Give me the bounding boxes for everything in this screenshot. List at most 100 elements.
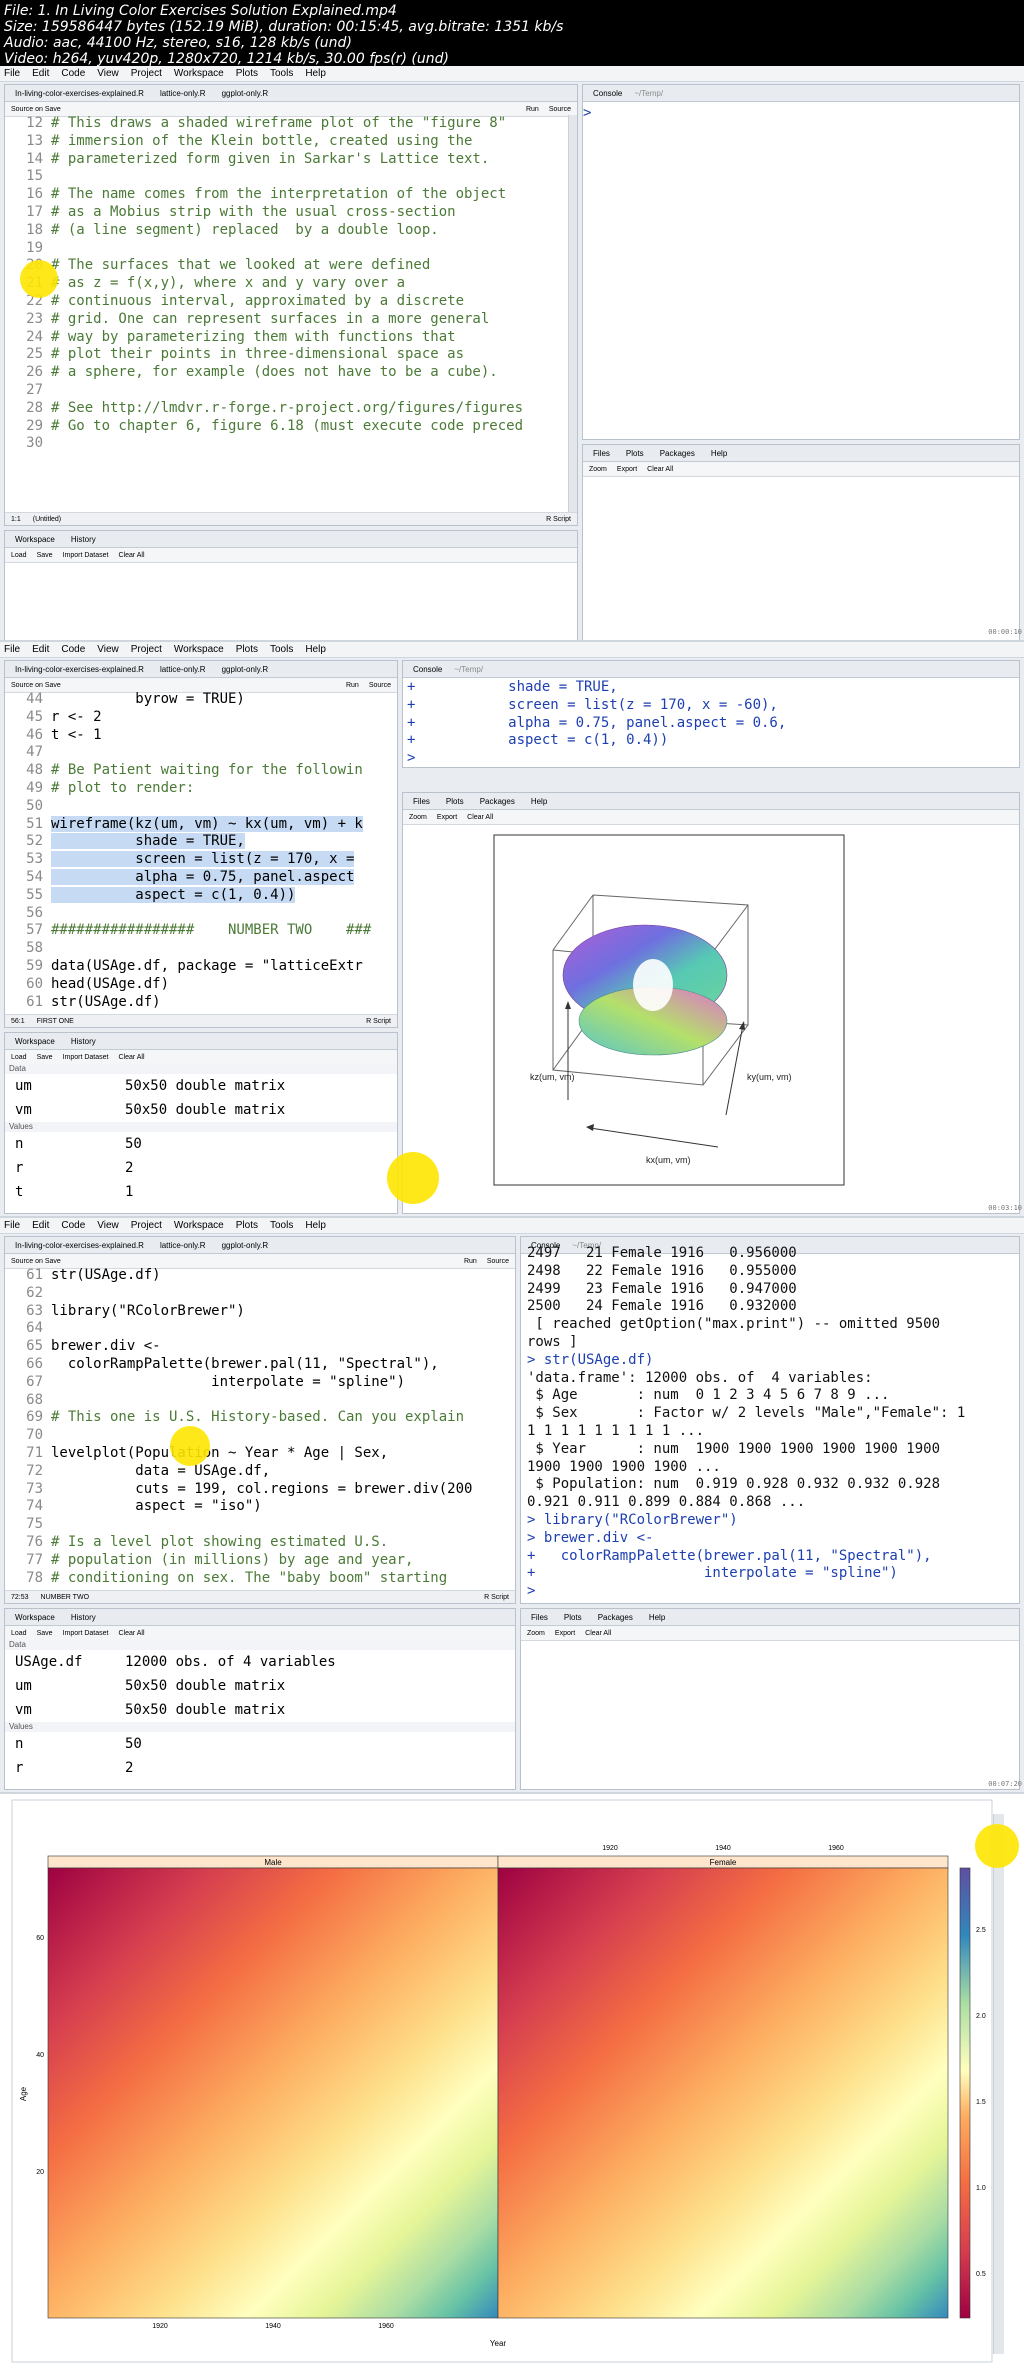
console-output[interactable]: 2497 21 Female 1916 0.956000 2498 22 Fema… [521,1245,1019,1601]
source-button[interactable]: Source [369,682,391,689]
button-load[interactable]: Load [11,1054,27,1061]
button-save[interactable]: Save [37,552,53,559]
tab-files[interactable]: Files [409,797,434,806]
button-save[interactable]: Save [37,1630,53,1637]
menu-project[interactable]: Project [131,1220,162,1231]
editor-scrollbar[interactable] [568,115,577,513]
source-on-save-checkbox[interactable]: Source on Save [11,1258,61,1265]
menu-help[interactable]: Help [305,68,326,79]
window-scrollbar[interactable] [993,1814,1004,2354]
button-zoom[interactable]: Zoom [409,814,427,821]
tab-packages[interactable]: Packages [594,1613,637,1622]
menu-workspace[interactable]: Workspace [174,1220,224,1231]
menu-file[interactable]: File [4,644,20,655]
source-button[interactable]: Source [549,106,571,113]
console-output[interactable]: + shade = TRUE, + screen = list(z = 170, … [403,679,1019,767]
code-area[interactable]: 44 byrow = TRUE) 45 r <- 2 46 t <- 1 47 48 # Be… [5,691,397,1011]
tab-help[interactable]: Help [645,1613,669,1622]
console-output[interactable]: > [583,105,1019,123]
button-clear-all[interactable]: Clear All [647,466,673,473]
scope-indicator[interactable]: NUMBER TWO [41,1594,89,1601]
tab-workspace[interactable]: Workspace [11,535,59,544]
tab-help[interactable]: Help [707,449,731,458]
tab-plots[interactable]: Plots [442,797,468,806]
run-button[interactable]: Run [464,1258,477,1265]
tab-workspace[interactable]: Workspace [11,1613,59,1622]
menu-view[interactable]: View [97,1220,119,1231]
menu-code[interactable]: Code [61,644,85,655]
editor-tab-lattice-only-r[interactable]: lattice-only.R [156,89,210,98]
code-area[interactable]: 12 # This draws a shaded wireframe plot o… [5,115,577,453]
tab-history[interactable]: History [67,535,100,544]
menu-tools[interactable]: Tools [270,68,293,79]
button-export[interactable]: Export [617,466,637,473]
menu-file[interactable]: File [4,1220,20,1231]
tab-files[interactable]: Files [589,449,614,458]
menu-tools[interactable]: Tools [270,1220,293,1231]
button-load[interactable]: Load [11,552,27,559]
tab-plots[interactable]: Plots [622,449,648,458]
menu-edit[interactable]: Edit [32,68,49,79]
scope-indicator[interactable]: (Untitled) [33,516,61,523]
tab-workspace[interactable]: Workspace [11,1037,59,1046]
menu-help[interactable]: Help [305,644,326,655]
menu-help[interactable]: Help [305,1220,326,1231]
menu-file[interactable]: File [4,68,20,79]
menu-plots[interactable]: Plots [236,68,258,79]
menu-view[interactable]: View [97,644,119,655]
menu-code[interactable]: Code [61,1220,85,1231]
button-export[interactable]: Export [437,814,457,821]
source-on-save-checkbox[interactable]: Source on Save [11,106,61,113]
tab-plots[interactable]: Plots [560,1613,586,1622]
tab-history[interactable]: History [67,1037,100,1046]
menu-tools[interactable]: Tools [270,644,293,655]
source-button[interactable]: Source [487,1258,509,1265]
run-button[interactable]: Run [346,682,359,689]
button-clear-all[interactable]: Clear All [118,552,144,559]
button-load[interactable]: Load [11,1630,27,1637]
tab-help[interactable]: Help [527,797,551,806]
menu-code[interactable]: Code [61,68,85,79]
scope-indicator[interactable]: FIRST ONE [37,1018,74,1025]
button-save[interactable]: Save [37,1054,53,1061]
editor-tab-ggplot-only-r[interactable]: ggplot-only.R [218,665,273,674]
button-zoom[interactable]: Zoom [527,1630,545,1637]
button-export[interactable]: Export [555,1630,575,1637]
run-button[interactable]: Run [526,106,539,113]
file-type[interactable]: R Script [484,1594,515,1601]
menu-view[interactable]: View [97,68,119,79]
editor-tab-in-living-color-exercises-explained-r[interactable]: In-living-color-exercises-explained.R [11,1241,148,1250]
button-clear-all[interactable]: Clear All [118,1630,144,1637]
menu-workspace[interactable]: Workspace [174,644,224,655]
console-tab[interactable]: Console [589,89,626,98]
menu-edit[interactable]: Edit [32,1220,49,1231]
file-type[interactable]: R Script [366,1018,397,1025]
menu-plots[interactable]: Plots [236,1220,258,1231]
menu-project[interactable]: Project [131,68,162,79]
button-clear-all[interactable]: Clear All [118,1054,144,1061]
button-clear-all[interactable]: Clear All [585,1630,611,1637]
button-import-dataset[interactable]: Import Dataset [63,1054,109,1061]
editor-tab-lattice-only-r[interactable]: lattice-only.R [156,1241,210,1250]
console-tab[interactable]: Console [409,665,446,674]
file-type[interactable]: R Script [546,516,577,523]
editor-tab-in-living-color-exercises-explained-r[interactable]: In-living-color-exercises-explained.R [11,665,148,674]
menu-edit[interactable]: Edit [32,644,49,655]
tab-packages[interactable]: Packages [476,797,519,806]
menu-workspace[interactable]: Workspace [174,68,224,79]
editor-tab-ggplot-only-r[interactable]: ggplot-only.R [218,1241,273,1250]
button-zoom[interactable]: Zoom [589,466,607,473]
button-import-dataset[interactable]: Import Dataset [63,1630,109,1637]
source-on-save-checkbox[interactable]: Source on Save [11,682,61,689]
tab-files[interactable]: Files [527,1613,552,1622]
menu-plots[interactable]: Plots [236,644,258,655]
tab-history[interactable]: History [67,1613,100,1622]
editor-tab-lattice-only-r[interactable]: lattice-only.R [156,665,210,674]
editor-tab-ggplot-only-r[interactable]: ggplot-only.R [218,89,273,98]
code-area[interactable]: 61 str(USAge.df) 62 63 library("RColorBrewer… [5,1267,515,1587]
menu-project[interactable]: Project [131,644,162,655]
button-clear-all[interactable]: Clear All [467,814,493,821]
editor-tab-in-living-color-exercises-explained-r[interactable]: In-living-color-exercises-explained.R [11,89,148,98]
tab-packages[interactable]: Packages [656,449,699,458]
button-import-dataset[interactable]: Import Dataset [63,552,109,559]
